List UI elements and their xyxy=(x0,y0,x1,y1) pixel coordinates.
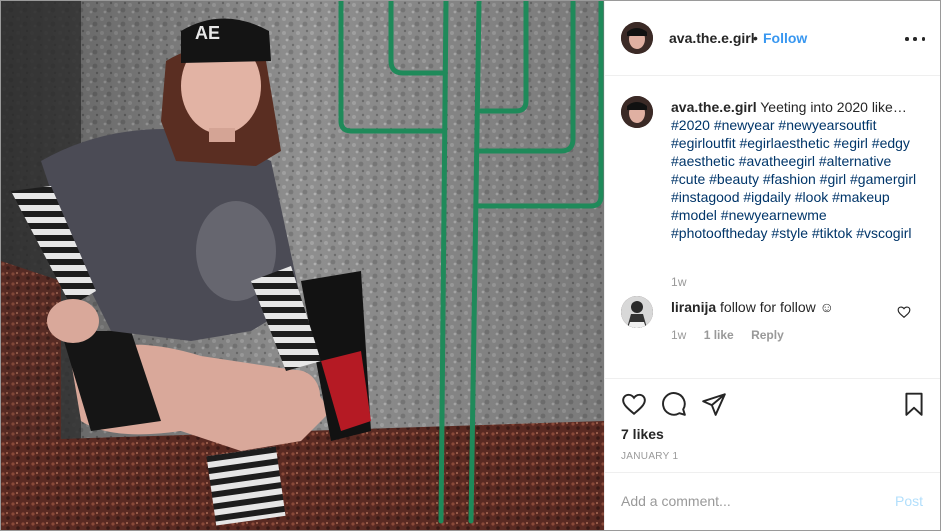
caption-username[interactable]: ava.the.e.girl xyxy=(671,99,757,115)
comment-input[interactable] xyxy=(621,491,881,511)
more-options-icon[interactable] xyxy=(905,29,925,49)
bookmark-icon[interactable] xyxy=(901,391,927,417)
comment-likes[interactable]: 1 like xyxy=(704,328,734,342)
avatar-image xyxy=(621,96,653,128)
post-dialog: AE ava.the.e.girl • Follow ava.the.e.gir… xyxy=(0,0,941,531)
paper-plane-icon[interactable] xyxy=(701,391,727,417)
author-username[interactable]: ava.the.e.girl xyxy=(669,30,755,46)
dot-icon xyxy=(921,37,925,41)
caption-hashtags[interactable]: #2020 #newyear #newyearsoutfit #egirlout… xyxy=(671,117,916,241)
author-avatar[interactable] xyxy=(621,22,653,54)
heart-icon[interactable] xyxy=(621,391,647,417)
caption-timestamp[interactable]: 1w xyxy=(671,275,687,289)
post-date[interactable]: JANUARY 1 xyxy=(621,451,678,462)
post-header: ava.the.e.girl • Follow xyxy=(605,1,940,76)
commenter-username[interactable]: liranija xyxy=(671,299,716,315)
comment-composer: Post xyxy=(605,472,940,530)
comment-meta: 1w 1 like Reply xyxy=(671,328,798,342)
comment-timestamp[interactable]: 1w xyxy=(671,328,686,342)
beanie-text: AE xyxy=(195,23,220,43)
comment-like-icon[interactable] xyxy=(897,305,911,319)
avatar-image xyxy=(621,296,653,328)
commenter-avatar[interactable] xyxy=(621,296,653,328)
post-photo[interactable]: AE xyxy=(1,1,604,530)
dot-icon xyxy=(913,37,917,41)
follow-button[interactable]: Follow xyxy=(763,30,807,46)
comment-icon[interactable] xyxy=(661,391,687,417)
caption-body: Yeeting into 2020 like… xyxy=(756,99,907,115)
separator-dot: • xyxy=(753,30,758,46)
dot-icon xyxy=(905,37,909,41)
caption-avatar[interactable] xyxy=(621,96,653,128)
photo-illustration: AE xyxy=(1,1,604,530)
like-count[interactable]: 7 likes xyxy=(621,426,664,442)
reply-button[interactable]: Reply xyxy=(751,328,784,342)
comment-text: liranija follow for follow ☺ xyxy=(671,298,891,316)
action-bar: 7 likes JANUARY 1 xyxy=(605,378,940,473)
comment-body: follow for follow ☺ xyxy=(716,299,834,315)
post-panel: ava.the.e.girl • Follow ava.the.e.girl Y… xyxy=(604,1,940,530)
post-comment-button[interactable]: Post xyxy=(895,493,923,509)
comments-area[interactable]: ava.the.e.girl Yeeting into 2020 like… #… xyxy=(605,76,940,378)
avatar-image xyxy=(621,22,653,54)
caption-text: ava.the.e.girl Yeeting into 2020 like… #… xyxy=(671,98,921,242)
